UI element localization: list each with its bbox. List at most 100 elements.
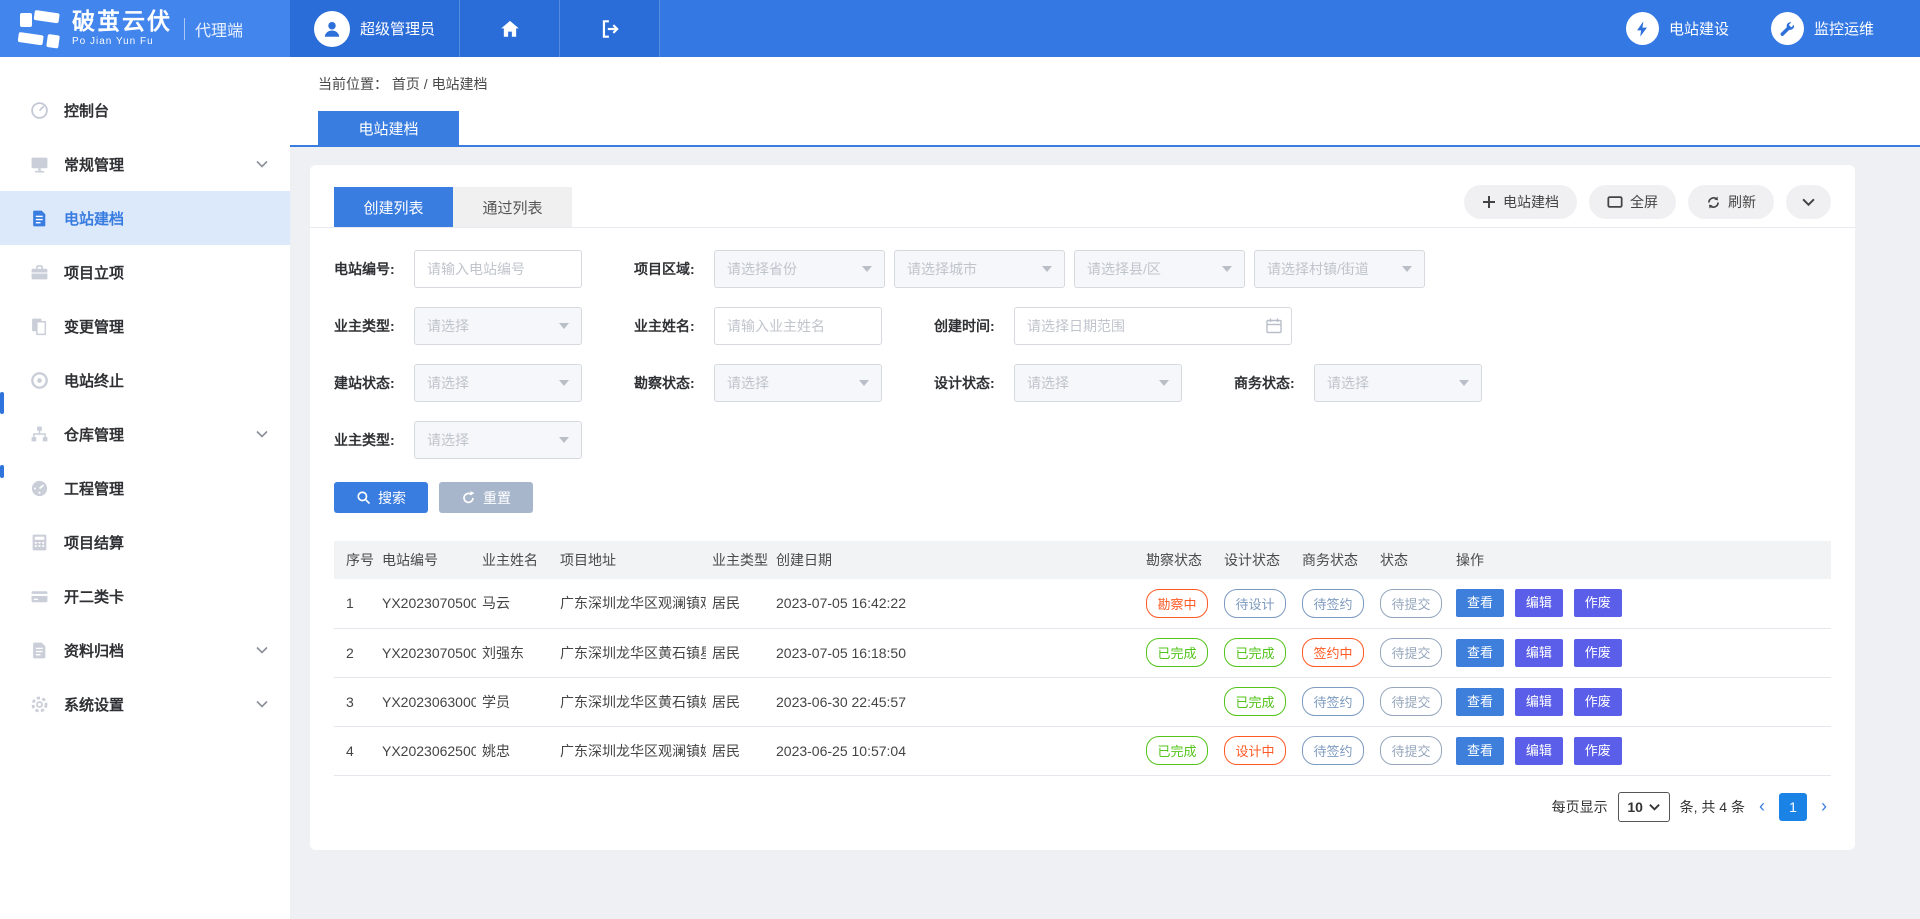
design-status-badge: 已完成 [1224, 687, 1286, 716]
gear-icon [30, 695, 49, 714]
search-button[interactable]: 搜索 [334, 482, 428, 513]
caret-down-icon [1649, 803, 1660, 811]
sidebar-item-engineering-mgmt[interactable]: 工程管理 [0, 461, 290, 515]
column-header: 业主姓名 [476, 541, 554, 579]
edit-button[interactable]: 编辑 [1515, 639, 1563, 667]
survey-status-select[interactable]: 请选择 [714, 364, 882, 402]
design-status-select[interactable]: 请选择 [1014, 364, 1182, 402]
caret-down-icon [559, 323, 569, 329]
business-status-select[interactable]: 请选择 [1314, 364, 1482, 402]
column-header: 业主类型 [706, 541, 770, 579]
design-status-label: 设计状态: [934, 373, 1014, 393]
address-cell: 广东深圳龙华区观澜镇姚家庄... [554, 726, 706, 775]
tab-create-list[interactable]: 创建列表 [334, 187, 453, 227]
caret-down-icon [1159, 380, 1169, 386]
prev-page-button[interactable]: ‹ [1755, 796, 1769, 817]
fullscreen-button[interactable]: 全屏 [1589, 185, 1676, 219]
per-page-select[interactable]: 10 [1618, 792, 1670, 822]
county-select[interactable]: 请选择县/区 [1074, 250, 1245, 288]
town-select[interactable]: 请选择村镇/街道 [1254, 250, 1425, 288]
sidebar-item-station-terminate[interactable]: 电站终止 [0, 353, 290, 407]
user-name: 超级管理员 [360, 18, 435, 39]
city-select[interactable]: 请选择城市 [894, 250, 1065, 288]
region-label: 项目区域: [634, 259, 714, 279]
survey-status-label: 勘察状态: [634, 373, 714, 393]
type-cell: 居民 [706, 677, 770, 726]
province-select[interactable]: 请选择省份 [714, 250, 885, 288]
sidebar-item-station-archive[interactable]: 电站建档 [0, 191, 290, 245]
page-number-button[interactable]: 1 [1779, 793, 1807, 821]
date-range-input[interactable] [1014, 307, 1292, 345]
sidebar-item-project-initiation[interactable]: 项目立项 [0, 245, 290, 299]
logo-area: 破茧云伏 Po Jian Yun Fu 代理端 [0, 0, 290, 57]
owner-type2-select[interactable]: 请选择 [414, 421, 582, 459]
view-button[interactable]: 查看 [1456, 737, 1504, 765]
logo-icon [18, 9, 62, 49]
station-code-label: 电站编号: [334, 259, 414, 279]
reset-button[interactable]: 重置 [439, 482, 533, 513]
sidebar-item-project-settlement[interactable]: 项目结算 [0, 515, 290, 569]
portal-label: 代理端 [184, 17, 243, 41]
address-cell: 广东深圳龙华区黄石镇姚家庄... [554, 677, 706, 726]
void-button[interactable]: 作废 [1574, 688, 1622, 716]
edit-button[interactable]: 编辑 [1515, 688, 1563, 716]
chevron-down-icon [256, 645, 268, 655]
view-button[interactable]: 查看 [1456, 688, 1504, 716]
build-status-label: 建站状态: [334, 373, 414, 393]
search-icon [356, 490, 371, 505]
status-badge: 待提交 [1380, 638, 1442, 667]
void-button[interactable]: 作废 [1574, 639, 1622, 667]
sidebar-item-data-archive[interactable]: 资料归档 [0, 623, 290, 677]
sidebar-item-open-card[interactable]: 开二类卡 [0, 569, 290, 623]
view-button[interactable]: 查看 [1456, 639, 1504, 667]
caret-down-icon [1222, 266, 1232, 272]
void-button[interactable]: 作废 [1574, 737, 1622, 765]
user-menu[interactable]: 超级管理员 [290, 0, 460, 57]
nav-monitor-ops[interactable]: 监控运维 [1771, 12, 1874, 45]
edit-button[interactable]: 编辑 [1515, 589, 1563, 617]
pagination: 每页显示 10 条, 共 4 条 ‹ 1 › [310, 776, 1855, 850]
home-icon [499, 18, 521, 40]
home-button[interactable] [460, 0, 560, 57]
nav-label: 电站建设 [1669, 18, 1729, 39]
view-button[interactable]: 查看 [1456, 589, 1504, 617]
add-station-button[interactable]: 电站建档 [1464, 185, 1577, 219]
nav-station-build[interactable]: 电站建设 [1626, 12, 1729, 45]
page-tab-station-archive[interactable]: 电站建档 [318, 111, 459, 145]
void-button[interactable]: 作废 [1574, 589, 1622, 617]
owner-cell: 刘强东 [476, 628, 554, 677]
refresh-button[interactable]: 刷新 [1688, 185, 1774, 219]
next-page-button[interactable]: › [1817, 796, 1831, 817]
sidebar-item-system-settings[interactable]: 系统设置 [0, 677, 290, 731]
collapse-toolbar-button[interactable] [1786, 185, 1831, 219]
breadcrumb: 当前位置： 首页 / 电站建档 [290, 57, 1920, 94]
sidebar-item-warehouse-mgmt[interactable]: 仓库管理 [0, 407, 290, 461]
sidebar-scrollbar-thumb[interactable] [0, 465, 4, 478]
sidebar-item-change-mgmt[interactable]: 变更管理 [0, 299, 290, 353]
reset-icon [461, 490, 476, 505]
code-cell: YX2023063000009 [376, 677, 476, 726]
business-status-badge: 待签约 [1302, 736, 1364, 765]
owner-name-input[interactable] [714, 307, 882, 345]
briefcase-icon [30, 263, 49, 282]
sidebar-scrollbar-thumb[interactable] [0, 392, 4, 414]
owner-type2-label: 业主类型: [334, 430, 414, 450]
total-count-label: 条, 共 4 条 [1680, 797, 1745, 817]
sidebar-item-general-mgmt[interactable]: 常规管理 [0, 137, 290, 191]
breadcrumb-home[interactable]: 首页 [392, 76, 420, 92]
tab-passed-list[interactable]: 通过列表 [453, 187, 572, 227]
header-nav: 电站建设 监控运维 [1626, 0, 1920, 57]
edit-button[interactable]: 编辑 [1515, 737, 1563, 765]
status-badge: 待提交 [1380, 589, 1442, 618]
sidebar-item-console[interactable]: 控制台 [0, 83, 290, 137]
build-status-select[interactable]: 请选择 [414, 364, 582, 402]
design-status-badge: 已完成 [1224, 638, 1286, 667]
breadcrumb-current: 电站建档 [432, 76, 488, 92]
caret-down-icon [1042, 266, 1052, 272]
table-row: 4 YX2023062500004 姚忠 广东深圳龙华区观澜镇姚家庄... 居民… [334, 726, 1831, 775]
logout-button[interactable] [560, 0, 660, 57]
column-header: 电站编号 [376, 541, 476, 579]
owner-type-select[interactable]: 请选择 [414, 307, 582, 345]
station-code-input[interactable] [414, 250, 582, 288]
card-header: 创建列表 通过列表 电站建档 全屏 [310, 165, 1855, 228]
